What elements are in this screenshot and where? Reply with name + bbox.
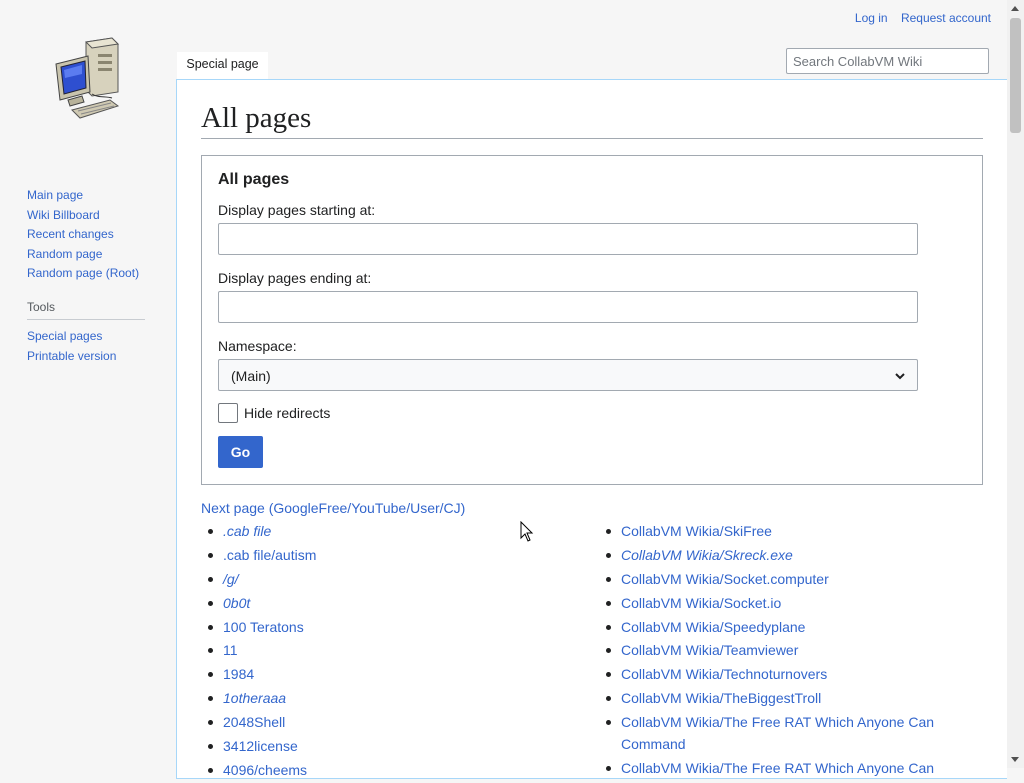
list-item: 1984: [201, 663, 581, 685]
from-label: Display pages starting at:: [218, 202, 376, 218]
sidebar-link[interactable]: Random page (Root): [27, 266, 139, 280]
list-item: CollabVM Wikia/Speedyplane: [599, 616, 969, 638]
namespace-select[interactable]: (Main): [218, 359, 918, 391]
list-item: 0b0t: [201, 592, 581, 614]
namespace-label: Namespace:: [218, 338, 297, 354]
request-account-link[interactable]: Request account: [901, 11, 991, 25]
page-link[interactable]: CollabVM Wikia/The Free RAT Which Anyone…: [621, 760, 934, 776]
page-link[interactable]: CollabVM Wikia/Teamviewer: [621, 642, 798, 658]
computer-icon: [55, 37, 120, 119]
from-input[interactable]: [218, 223, 918, 255]
sidebar-link[interactable]: Wiki Billboard: [27, 208, 100, 222]
page-link[interactable]: CollabVM Wikia/Socket.computer: [621, 571, 829, 587]
sidebar-item-wiki-billboard[interactable]: Wiki Billboard: [27, 206, 145, 226]
list-item: CollabVM Wikia/The Free RAT Which Anyone…: [599, 711, 969, 755]
to-label: Display pages ending at:: [218, 270, 372, 286]
page-link[interactable]: 4096/cheems: [223, 762, 307, 778]
list-item: 100 Teratons: [201, 616, 581, 638]
page-link[interactable]: CollabVM Wikia/Speedyplane: [621, 619, 805, 635]
sidebar-link[interactable]: Random page: [27, 247, 102, 261]
sidebar-link[interactable]: Special pages: [27, 329, 102, 343]
sidebar-item-special-pages[interactable]: Special pages: [27, 327, 145, 347]
scroll-down-arrow-icon[interactable]: [1011, 757, 1019, 762]
page-link[interactable]: CollabVM Wikia/The Free RAT Which Anyone…: [621, 714, 934, 752]
next-page-link[interactable]: Next page (GoogleFree/YouTube/User/CJ): [201, 500, 465, 516]
site-logo[interactable]: [48, 36, 128, 124]
page-link[interactable]: .cab file/autism: [223, 547, 316, 563]
page-link[interactable]: 100 Teratons: [223, 619, 304, 635]
list-item: CollabVM Wikia/SkiFree: [599, 520, 969, 542]
form-legend: All pages: [218, 171, 290, 188]
search-input[interactable]: [786, 48, 989, 74]
list-item: CollabVM Wikia/Socket.io: [599, 592, 969, 614]
tools-heading: Tools: [27, 300, 145, 320]
to-input[interactable]: [218, 291, 918, 323]
page-list-column-2: CollabVM Wikia/SkiFree CollabVM Wikia/Skr…: [599, 520, 969, 781]
page-link[interactable]: 1984: [223, 666, 254, 682]
go-button[interactable]: Go: [218, 436, 263, 468]
list-item: 4096/cheems: [201, 759, 581, 781]
page-list-column-1: .cab file .cab file/autism/g/0b0t 100 Tera…: [201, 520, 581, 783]
navigation-list: Main page Wiki Billboard Recent changes …: [27, 186, 145, 284]
list-item: /g/: [201, 568, 581, 590]
hide-redirects-label[interactable]: Hide redirects: [244, 405, 330, 421]
sidebar-item-random-page-root[interactable]: Random page (Root): [27, 264, 145, 284]
sidebar-item-random-page[interactable]: Random page: [27, 245, 145, 265]
mouse-cursor-icon: [520, 521, 534, 542]
page-link[interactable]: CollabVM Wikia/Socket.io: [621, 595, 781, 611]
page-link[interactable]: 2048Shell: [223, 714, 285, 730]
sidebar-item-main-page[interactable]: Main page: [27, 186, 145, 206]
sidebar-link[interactable]: Main page: [27, 188, 83, 202]
list-item: CollabVM Wikia/Skreck.exe: [599, 544, 969, 566]
list-item: CollabVM Wikia/TheBiggestTroll: [599, 687, 969, 709]
content-area: All pages All pages Display pages starti…: [176, 79, 1007, 779]
list-item: CollabVM Wikia/Teamviewer: [599, 639, 969, 661]
scroll-up-arrow-icon[interactable]: [1011, 6, 1019, 11]
scrollbar-thumb[interactable]: [1010, 18, 1021, 133]
login-link[interactable]: Log in: [855, 11, 888, 25]
page-link[interactable]: .cab file: [223, 523, 271, 539]
page-link[interactable]: CollabVM Wikia/Skreck.exe: [621, 547, 793, 563]
list-item: 1otheraaa: [201, 687, 581, 709]
page-link[interactable]: 1otheraaa: [223, 690, 286, 706]
page-title: All pages: [201, 98, 983, 139]
list-item: 3412license: [201, 735, 581, 757]
sidebar-link[interactable]: Printable version: [27, 349, 116, 363]
tab-special-page[interactable]: Special page: [177, 52, 268, 80]
list-item: CollabVM Wikia/Socket.computer: [599, 568, 969, 590]
page-link[interactable]: /g/: [223, 571, 239, 587]
list-item: 11: [201, 639, 581, 661]
sidebar-item-recent-changes[interactable]: Recent changes: [27, 225, 145, 245]
chevron-down-icon: [895, 373, 905, 380]
sidebar-item-printable-version[interactable]: Printable version: [27, 347, 145, 367]
hide-redirects-checkbox[interactable]: [218, 403, 238, 423]
list-item: 2048Shell: [201, 711, 581, 733]
namespace-value: (Main): [231, 368, 271, 384]
scrollbar[interactable]: [1007, 0, 1024, 768]
page-link[interactable]: CollabVM Wikia/SkiFree: [621, 523, 772, 539]
list-item: CollabVM Wikia/Technoturnovers: [599, 663, 969, 685]
page-link[interactable]: 0b0t: [223, 595, 250, 611]
sidebar-link[interactable]: Recent changes: [27, 227, 114, 241]
page-link[interactable]: 11: [223, 642, 238, 658]
list-item: CollabVM Wikia/The Free RAT Which Anyone…: [599, 757, 969, 779]
list-item: .cab file/autism: [201, 544, 581, 566]
page-link[interactable]: CollabVM Wikia/TheBiggestTroll: [621, 690, 821, 706]
tools-list: Special pages Printable version: [27, 327, 145, 366]
all-pages-form: All pages Display pages starting at: Dis…: [201, 155, 983, 485]
personal-tools: Log in Request account: [845, 11, 991, 25]
page-link[interactable]: 3412license: [223, 738, 298, 754]
page-link[interactable]: CollabVM Wikia/Technoturnovers: [621, 666, 827, 682]
sidebar: Main page Wiki Billboard Recent changes …: [27, 186, 145, 366]
